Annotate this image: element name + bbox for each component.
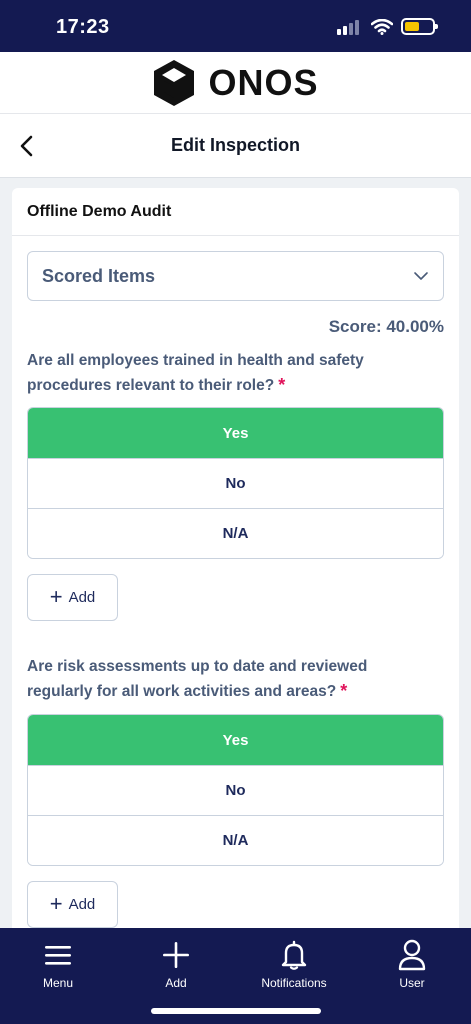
- answer-options: Yes No N/A: [27, 714, 444, 866]
- user-icon: [398, 939, 426, 971]
- nav-menu[interactable]: Menu: [8, 936, 108, 990]
- nav-menu-label: Menu: [42, 976, 74, 990]
- audit-title: Offline Demo Audit: [12, 188, 459, 236]
- bell-icon: [281, 940, 307, 970]
- status-bar: 17:23: [0, 0, 471, 52]
- nav-add-label: Add: [165, 976, 187, 990]
- home-indicator: [151, 1008, 321, 1014]
- brand-name: ONOS: [208, 61, 319, 103]
- status-time: 17:23: [56, 16, 110, 38]
- brand-logo: ONOS: [152, 59, 318, 107]
- question-label: Are risk assessments up to date and revi…: [27, 658, 368, 700]
- option-yes[interactable]: Yes: [28, 715, 443, 765]
- nav-user[interactable]: User: [362, 936, 462, 990]
- required-marker: *: [340, 681, 348, 701]
- battery-icon: [401, 18, 438, 35]
- add-label: Add: [68, 589, 96, 606]
- page-title: Edit Inspection: [170, 135, 300, 155]
- option-no[interactable]: No: [28, 458, 443, 508]
- inspection-card: Offline Demo Audit Scored Items Score: 4…: [12, 188, 459, 948]
- add-button[interactable]: + Add: [27, 881, 118, 928]
- cellular-signal-icon: [337, 19, 359, 35]
- nav-notifications[interactable]: Notifications: [244, 936, 344, 990]
- nav-user-label: User: [399, 976, 425, 990]
- plus-icon: +: [49, 890, 63, 916]
- section-select-value: Scored Items: [42, 265, 156, 286]
- add-label: Add: [68, 896, 96, 913]
- chevron-down-icon: [414, 272, 428, 280]
- cube-logo-icon: [154, 59, 195, 106]
- option-na[interactable]: N/A: [28, 815, 443, 865]
- option-yes[interactable]: Yes: [28, 408, 443, 458]
- title-bar: Edit Inspection: [0, 114, 471, 178]
- question-text: Are all employees trained in health and …: [27, 348, 427, 398]
- hamburger-menu-icon: [45, 946, 71, 965]
- score-text: Score: 40.00%: [328, 317, 444, 336]
- add-button[interactable]: + Add: [27, 574, 118, 621]
- brand-bar: ONOS: [0, 52, 471, 114]
- required-marker: *: [278, 375, 286, 395]
- nav-add[interactable]: Add: [126, 936, 226, 990]
- option-na[interactable]: N/A: [28, 508, 443, 558]
- answer-options: Yes No N/A: [27, 407, 444, 559]
- plus-icon: +: [49, 583, 63, 609]
- option-no[interactable]: No: [28, 765, 443, 815]
- question-text: Are risk assessments up to date and revi…: [27, 654, 427, 704]
- status-icons: [337, 18, 438, 35]
- question-label: Are all employees trained in health and …: [27, 352, 364, 394]
- nav-notifications-label: Notifications: [261, 976, 327, 990]
- section-select[interactable]: Scored Items: [27, 251, 444, 301]
- plus-icon: [163, 942, 189, 968]
- wifi-icon: [371, 18, 393, 35]
- battery-level: [405, 22, 420, 31]
